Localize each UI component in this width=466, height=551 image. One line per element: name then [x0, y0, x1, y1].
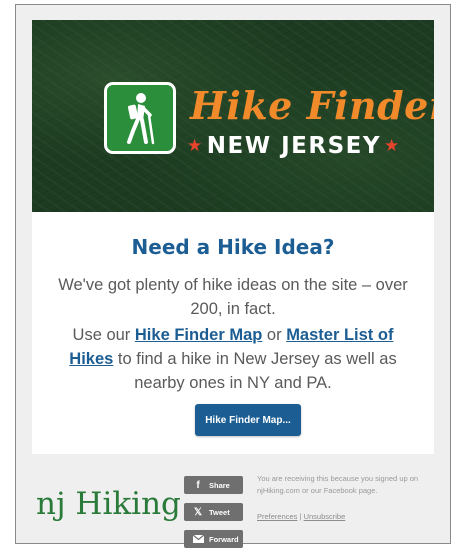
header-banner: Hike Finder ★ NEW JERSEY ★: [32, 20, 434, 212]
share-button[interactable]: f Share: [184, 476, 243, 494]
tweet-label: Tweet: [209, 507, 230, 517]
intro-paragraph: We've got plenty of hike ideas on the si…: [58, 276, 408, 318]
share-label: Share: [209, 480, 230, 490]
facebook-icon: f: [196, 479, 200, 491]
forward-label: Forward: [209, 534, 239, 544]
links-paragraph: Use our Hike Finder Map or Master List o…: [58, 323, 408, 395]
x-icon: 𝕏: [193, 506, 203, 518]
paragraph-text: or: [262, 326, 287, 344]
paragraph-text: to find a hike in New Jersey as well as …: [113, 350, 397, 392]
hiker-icon: [104, 82, 176, 154]
email-frame: Hike Finder ★ NEW JERSEY ★ Need a Hike I…: [15, 4, 451, 548]
section-heading: Need a Hike Idea?: [131, 235, 335, 259]
banner-title: Hike Finder: [190, 83, 434, 128]
star-icon: ★: [187, 136, 204, 156]
email-card: Hike Finder ★ NEW JERSEY ★ Need a Hike I…: [32, 20, 434, 454]
banner-subtitle: ★ NEW JERSEY ★: [184, 132, 404, 160]
envelope-icon: [191, 535, 205, 543]
star-icon: ★: [384, 136, 401, 156]
banner-subtitle-text: NEW JERSEY: [206, 133, 381, 159]
hike-finder-map-link[interactable]: Hike Finder Map: [135, 326, 262, 344]
hike-finder-map-button[interactable]: Hike Finder Map...: [195, 404, 301, 436]
subscription-notice: You are receiving this because you signe…: [257, 474, 419, 495]
nj-hiking-logo: nj Hiking: [36, 486, 181, 522]
paragraph-text: Use our: [72, 326, 135, 344]
unsubscribe-link[interactable]: Unsubscribe: [304, 512, 346, 521]
forward-button[interactable]: Forward: [184, 530, 243, 548]
preferences-link[interactable]: Preferences: [257, 512, 297, 521]
tweet-button[interactable]: 𝕏 Tweet: [184, 503, 243, 521]
footer-separator: |: [299, 512, 302, 521]
footer-links: Preferences | Unsubscribe: [257, 512, 345, 521]
